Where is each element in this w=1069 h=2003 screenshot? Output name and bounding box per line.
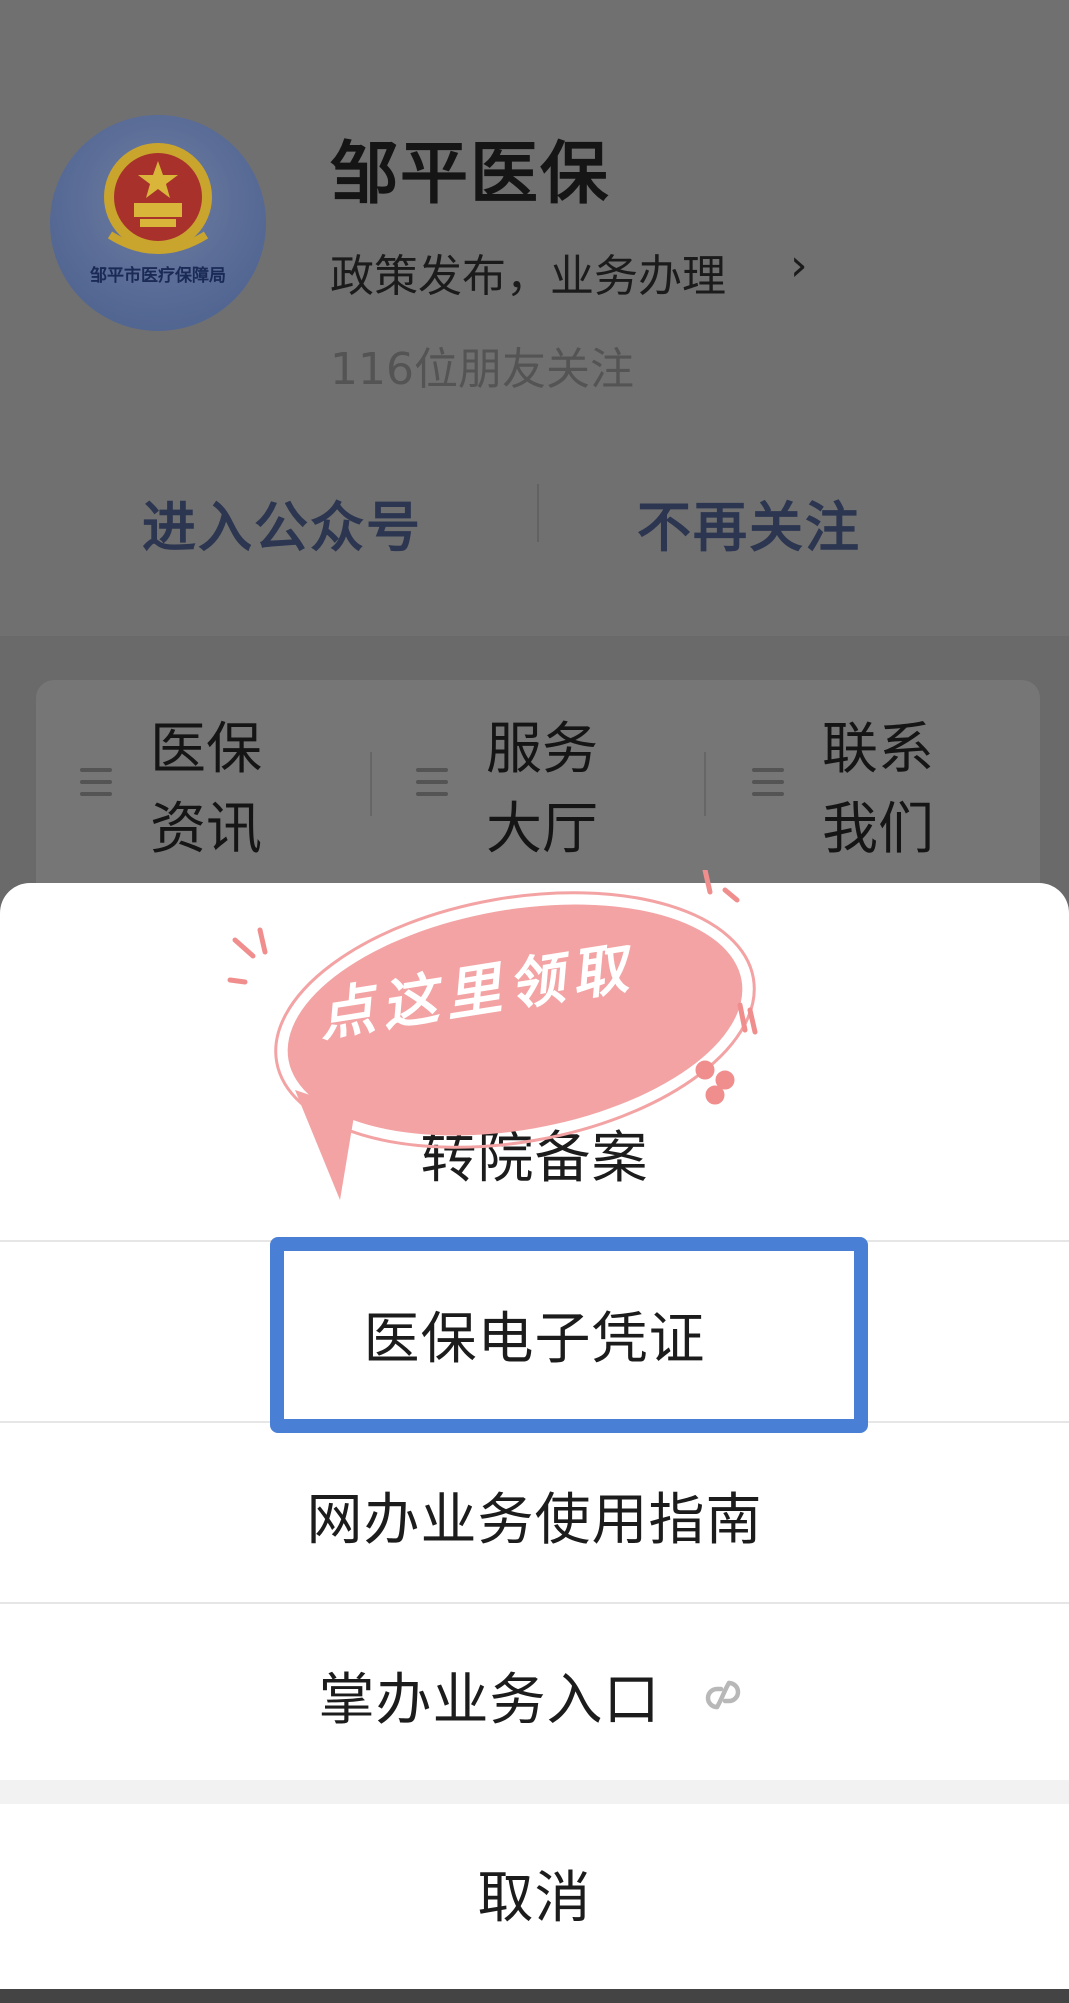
account-name: 邹平医保 <box>330 135 611 214</box>
option-mobile-service-entry[interactable]: 掌办业务入口 <box>0 1605 1069 1785</box>
menu-lines-icon <box>752 768 784 796</box>
option-label: 掌办业务入口 <box>318 1667 661 1733</box>
avatar-caption: 邹平市医疗保障局 <box>90 265 226 286</box>
option-online-guide[interactable]: 网办业务使用指南 <box>0 1425 1069 1605</box>
divider <box>0 1602 1069 1604</box>
menu-item-label: 服务 大厅 <box>486 717 598 862</box>
chevron-right-icon[interactable]: › <box>790 240 808 291</box>
menu-item-service-hall[interactable]: 服务 大厅 <box>416 680 716 862</box>
link-icon <box>705 1680 740 1710</box>
highlight-frame <box>270 1237 868 1433</box>
enter-account-button[interactable]: 进入公众号 <box>142 483 422 562</box>
menu-lines-icon <box>416 768 448 796</box>
menu-item-label: 医保 资讯 <box>150 717 262 862</box>
menu-divider <box>370 752 372 816</box>
cancel-separator-band <box>0 1780 1069 1804</box>
follower-count: 116位朋友关注 <box>330 344 634 395</box>
menu-item-medical-news[interactable]: 医保 资讯 <box>80 680 380 862</box>
account-avatar[interactable]: 邹平市医疗保障局 <box>50 115 266 331</box>
button-divider <box>537 484 539 542</box>
menu-lines-icon <box>80 768 112 796</box>
account-profile-card: 邹平市医疗保障局 邹平医保 政策发布，业务办理 › 116位朋友关注 进入公众号… <box>0 0 1069 636</box>
unfollow-button[interactable]: 不再关注 <box>637 483 861 562</box>
account-description[interactable]: 政策发布，业务办理 <box>330 240 726 304</box>
cancel-button[interactable]: 取消 <box>0 1803 1069 1983</box>
menu-item-label: 联系 我们 <box>822 717 934 862</box>
speech-bubble-sticker <box>227 870 758 1200</box>
menu-divider <box>704 752 706 816</box>
menu-item-contact-us[interactable]: 联系 我们 <box>752 680 1052 862</box>
bottom-strip <box>0 1989 1069 2003</box>
